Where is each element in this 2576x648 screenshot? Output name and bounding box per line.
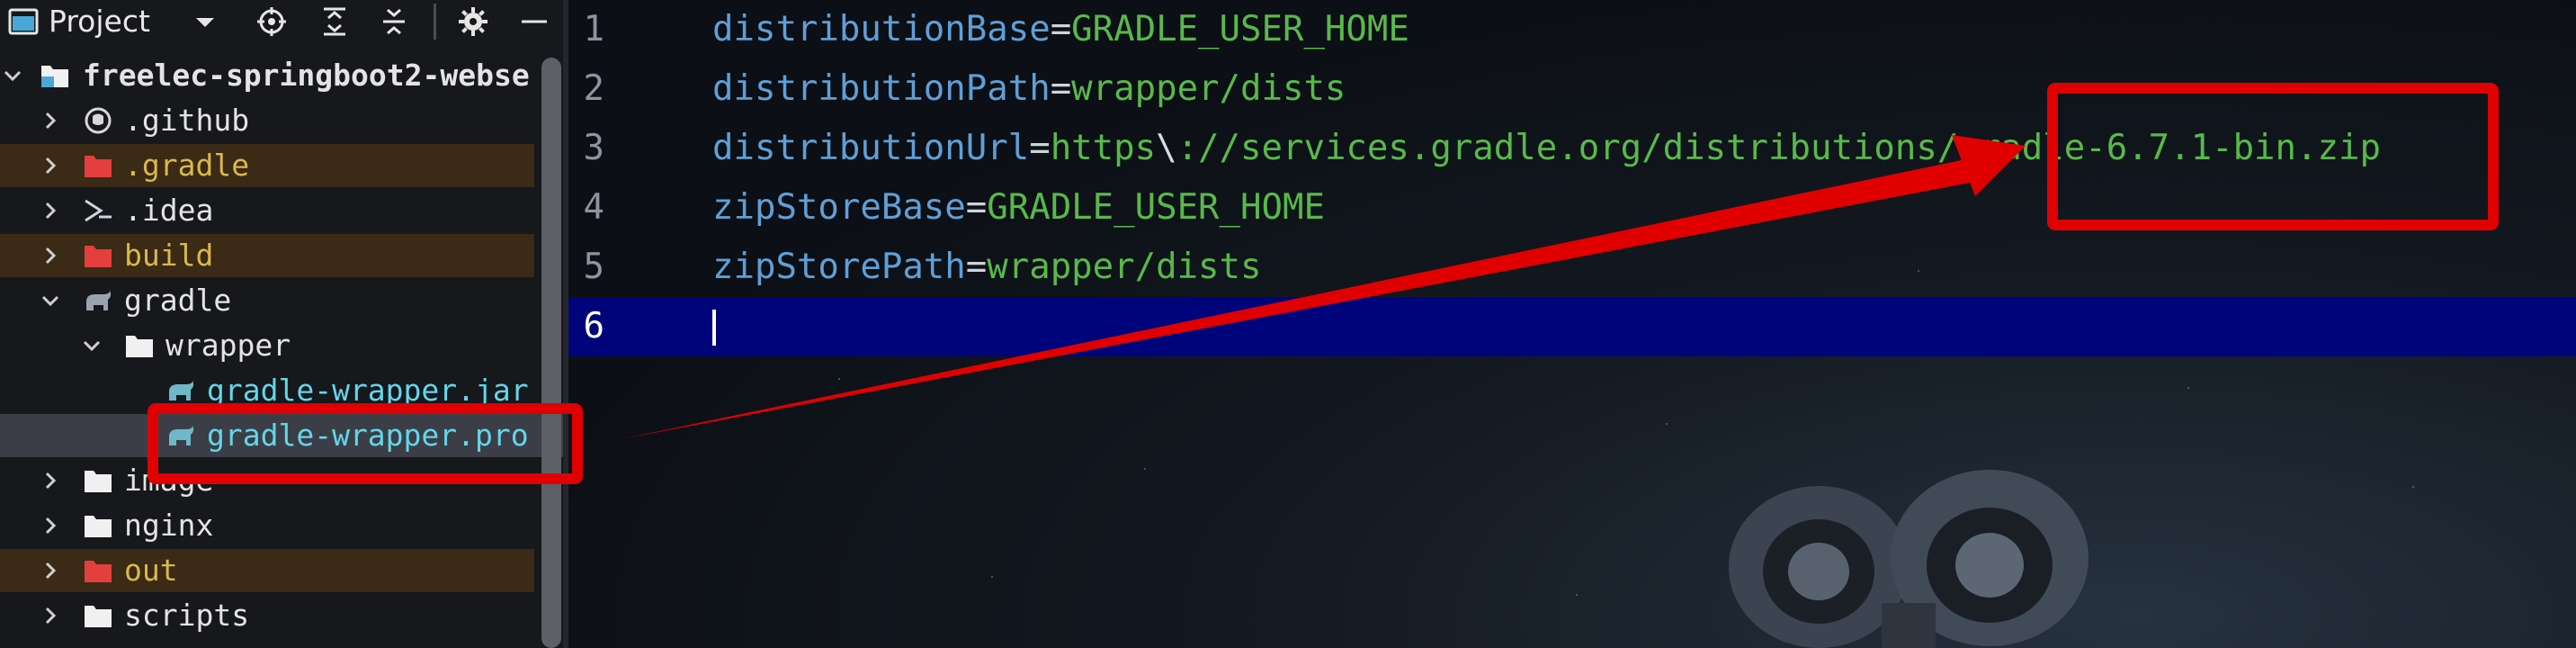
tree-item-label: gradle-wrapper.pro bbox=[207, 418, 529, 453]
github-icon bbox=[83, 107, 113, 134]
tree-item-gradle-wrapper-jar[interactable]: gradle-wrapper.jar bbox=[0, 369, 534, 412]
line-number[interactable]: 2 bbox=[568, 59, 604, 119]
code-line-6-current[interactable]: 6 bbox=[568, 297, 2576, 356]
tree-item-label: scripts bbox=[124, 598, 250, 633]
tree-item-image[interactable]: image bbox=[0, 459, 534, 502]
gradle-elephant-icon bbox=[165, 422, 196, 449]
line-number[interactable]: 5 bbox=[568, 238, 604, 297]
code-line-4[interactable]: 4 zipStoreBase=GRADLE_USER_HOME bbox=[568, 178, 2576, 238]
tree-item-build[interactable]: build bbox=[0, 234, 534, 277]
property-value-url: ://services.gradle.org/distributions/gra… bbox=[1176, 128, 2381, 168]
tree-item-label: out bbox=[124, 553, 178, 588]
property-key: distributionPath bbox=[712, 68, 1051, 109]
background-robot-image bbox=[1729, 470, 2089, 648]
tree-item-label: image bbox=[124, 463, 214, 498]
equals-sign: = bbox=[965, 247, 988, 287]
folder-icon bbox=[83, 467, 113, 494]
property-key: zipStoreBase bbox=[712, 187, 966, 228]
code-text[interactable]: distributionPath=wrapper/dists bbox=[712, 59, 1346, 119]
toolbar-separator bbox=[434, 4, 436, 40]
code-line-5[interactable]: 5 zipStorePath=wrapper/dists bbox=[568, 238, 2576, 297]
project-panel: Project freelec-springboot2-webse .githu… bbox=[0, 0, 563, 648]
tree-item-label: .gradle bbox=[124, 148, 250, 183]
tree-item-label: wrapper bbox=[165, 328, 291, 363]
tree-item-label: gradle bbox=[124, 283, 232, 318]
tree-item-label: freelec-springboot2-webse bbox=[83, 58, 530, 93]
folder-icon bbox=[83, 602, 113, 629]
folder-icon bbox=[83, 512, 113, 539]
property-value: GRADLE_USER_HOME bbox=[1071, 9, 1409, 50]
tree-item-github[interactable]: .github bbox=[0, 99, 534, 142]
chevron-down-icon[interactable] bbox=[40, 290, 61, 311]
gradle-elephant-icon bbox=[165, 377, 196, 404]
tree-item-out[interactable]: out bbox=[0, 549, 534, 592]
code-editor[interactable]: 1 distributionBase=GRADLE_USER_HOME 2 di… bbox=[568, 0, 2576, 648]
collapse-all-icon[interactable] bbox=[378, 5, 410, 38]
tree-item-label: .github bbox=[124, 103, 250, 138]
chevron-right-icon[interactable] bbox=[40, 200, 61, 221]
tree-item-label: gradle-wrapper.jar bbox=[207, 373, 529, 408]
property-key: zipStorePath bbox=[712, 247, 966, 287]
chevron-right-icon[interactable] bbox=[40, 155, 61, 176]
tree-item-label: nginx bbox=[124, 508, 214, 543]
equals-sign: = bbox=[965, 187, 988, 228]
chevron-down-icon[interactable] bbox=[2, 65, 23, 86]
module-folder-icon bbox=[40, 62, 70, 89]
code-text[interactable]: zipStorePath=wrapper/dists bbox=[712, 238, 1262, 297]
chevron-right-icon[interactable] bbox=[40, 470, 61, 491]
line-number[interactable]: 3 bbox=[568, 119, 604, 178]
chevron-right-icon[interactable] bbox=[40, 245, 61, 266]
tree-item-label: build bbox=[124, 238, 214, 273]
chevron-right-icon[interactable] bbox=[40, 605, 61, 626]
escape-character: \ bbox=[1156, 128, 1177, 168]
code-line-2[interactable]: 2 distributionPath=wrapper/dists bbox=[568, 59, 2576, 119]
property-value: wrapper/dists bbox=[1071, 68, 1346, 109]
equals-sign: = bbox=[1029, 128, 1051, 168]
tree-item-nginx[interactable]: nginx bbox=[0, 504, 534, 547]
chevron-right-icon[interactable] bbox=[40, 560, 61, 581]
chevron-down-icon[interactable] bbox=[189, 5, 221, 38]
line-number[interactable]: 4 bbox=[568, 178, 604, 238]
minimize-icon[interactable] bbox=[518, 5, 550, 38]
project-toolbar: Project bbox=[0, 0, 563, 43]
property-key: distributionUrl bbox=[712, 128, 1030, 168]
tree-item-dot-gradle[interactable]: .gradle bbox=[0, 144, 534, 187]
gear-icon[interactable] bbox=[457, 5, 489, 38]
tree-item-wrapper[interactable]: wrapper bbox=[0, 324, 534, 367]
idea-config-icon bbox=[83, 197, 113, 224]
code-text[interactable]: zipStoreBase=GRADLE_USER_HOME bbox=[712, 178, 1325, 238]
project-tree-scrollbar[interactable] bbox=[541, 58, 561, 648]
project-view-title[interactable]: Project bbox=[49, 2, 150, 41]
project-window-icon bbox=[7, 5, 40, 38]
chevron-right-icon[interactable] bbox=[40, 110, 61, 131]
tree-item-scripts[interactable]: scripts bbox=[0, 594, 534, 637]
tree-item-idea[interactable]: .idea bbox=[0, 189, 534, 232]
equals-sign: = bbox=[1050, 68, 1072, 109]
chevron-right-icon[interactable] bbox=[40, 515, 61, 536]
tree-item-label: .idea bbox=[124, 193, 214, 228]
excluded-folder-icon bbox=[83, 242, 113, 269]
expand-all-icon[interactable] bbox=[318, 5, 351, 38]
code-line-3[interactable]: 3 distributionUrl=https\://services.grad… bbox=[568, 119, 2576, 178]
code-line-1[interactable]: 1 distributionBase=GRADLE_USER_HOME bbox=[568, 0, 2576, 59]
tree-item-gradle-wrapper-properties[interactable]: gradle-wrapper.pro bbox=[0, 414, 563, 457]
folder-icon bbox=[124, 332, 155, 359]
locate-target-icon[interactable] bbox=[255, 5, 288, 38]
property-value-scheme: https bbox=[1050, 128, 1157, 168]
property-value: wrapper/dists bbox=[987, 247, 1262, 287]
property-value: GRADLE_USER_HOME bbox=[987, 187, 1325, 228]
chevron-down-icon[interactable] bbox=[81, 335, 103, 356]
property-key: distributionBase bbox=[712, 9, 1051, 50]
excluded-folder-icon bbox=[83, 557, 113, 584]
text-caret bbox=[712, 310, 716, 346]
excluded-folder-icon bbox=[83, 152, 113, 179]
line-number[interactable]: 1 bbox=[568, 0, 604, 59]
tree-item-gradle[interactable]: gradle bbox=[0, 279, 534, 322]
gradle-elephant-icon bbox=[83, 287, 113, 314]
code-text[interactable]: distributionBase=GRADLE_USER_HOME bbox=[712, 0, 1409, 59]
tree-item-project-root[interactable]: freelec-springboot2-webse bbox=[0, 54, 534, 97]
code-text[interactable]: distributionUrl=https\://services.gradle… bbox=[712, 119, 2381, 178]
equals-sign: = bbox=[1050, 9, 1072, 50]
line-number[interactable]: 6 bbox=[568, 297, 604, 356]
